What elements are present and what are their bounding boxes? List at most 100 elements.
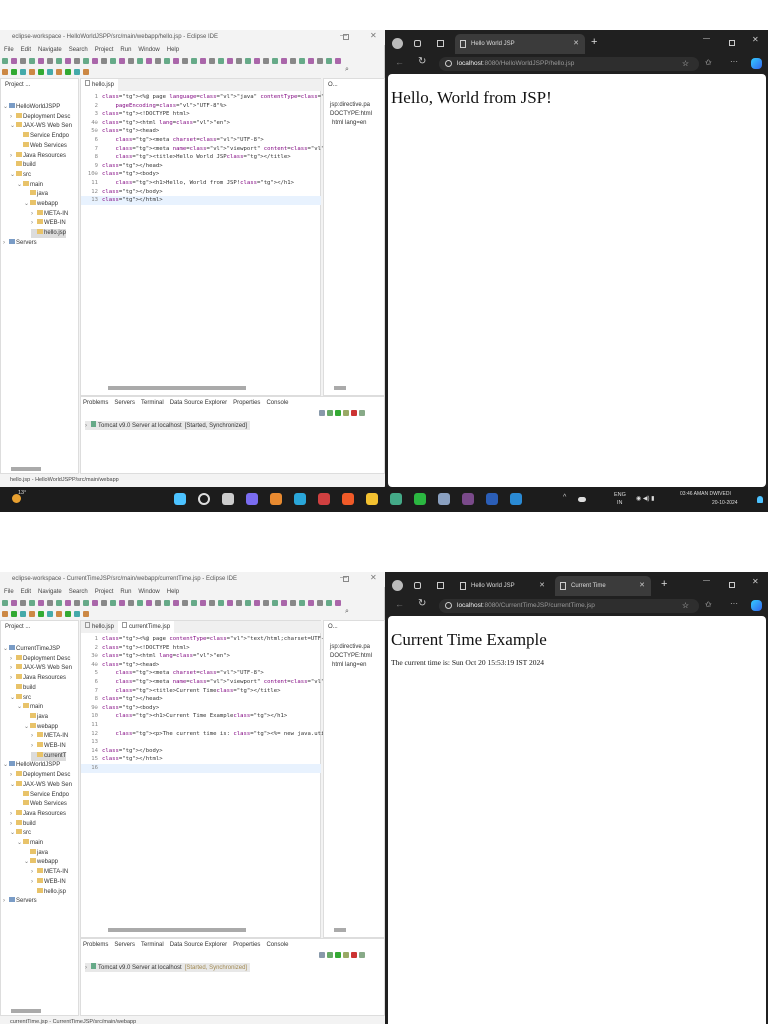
code-line[interactable]: 8 class="tg"></head> (81, 695, 321, 704)
editor-tab[interactable]: currentTime.jsp (118, 621, 175, 633)
favorite-star-icon[interactable]: ☆ (682, 599, 689, 613)
tree-item[interactable]: ⌄ HelloWorldJSPP (3, 761, 60, 770)
task-view-icon[interactable] (222, 493, 234, 505)
tree-item[interactable]: ⌄ CurrentTimeJSP (3, 645, 60, 654)
bottom-tab-problems[interactable]: Problems (81, 397, 110, 409)
chrome-icon[interactable] (390, 493, 402, 505)
tree-item[interactable]: ⌄ src (10, 693, 31, 703)
copilot-icon[interactable] (751, 600, 762, 611)
toolbar-button-icon[interactable] (335, 57, 341, 64)
bottom-tab-properties[interactable]: Properties (231, 939, 262, 951)
toolbar-button-icon[interactable] (263, 599, 269, 606)
menu-search[interactable]: Search (69, 587, 88, 597)
toolbar-button-icon[interactable] (56, 68, 62, 75)
toolbar-button-icon[interactable] (11, 610, 17, 617)
search-icon[interactable]: ⌕ (345, 66, 349, 74)
maximize-button[interactable] (343, 576, 349, 582)
new-tab-button[interactable]: + (661, 578, 667, 590)
code-line[interactable]: 7 class="tg"><meta name=class="vl">"view… (81, 145, 395, 154)
toolbar-button-icon[interactable] (209, 57, 215, 64)
refresh-icon[interactable]: ↻ (418, 598, 426, 609)
toolbar-button-icon[interactable] (20, 599, 26, 606)
toolbar-button-icon[interactable] (83, 68, 89, 75)
toolbar-button-icon[interactable] (11, 57, 17, 64)
server-action-icon[interactable] (319, 952, 325, 958)
toolbar-button-icon[interactable] (74, 599, 80, 606)
project-explorer-tab[interactable]: Project ... (1, 621, 61, 633)
toolbar-button-icon[interactable] (110, 599, 116, 606)
toolbar-button-icon[interactable] (290, 57, 296, 64)
tree-item[interactable]: ⌄ JAX-WS Web Sen (10, 780, 72, 790)
server-action-icon[interactable] (359, 410, 365, 416)
tree-item[interactable]: › Java Resources (10, 674, 66, 683)
toolbar-button-icon[interactable] (56, 610, 62, 617)
server-action-icon[interactable] (319, 410, 325, 416)
tree-item[interactable]: › build (10, 819, 36, 829)
browser-close-button[interactable]: ✕ (752, 577, 759, 586)
whatsapp-icon[interactable] (414, 493, 426, 505)
toolbar-button-icon[interactable] (299, 599, 305, 606)
code-line[interactable]: 4⊖ class="tg"><html lang=class="vl">"en"> (81, 119, 321, 128)
back-icon[interactable]: ← (395, 57, 404, 67)
tree-item[interactable]: java (24, 190, 48, 199)
vscode-icon[interactable] (510, 493, 522, 505)
more-menu-icon[interactable]: ··· (730, 57, 738, 66)
horizontal-scrollbar[interactable] (11, 1009, 41, 1013)
toolbar-button-icon[interactable] (254, 599, 260, 606)
toolbar-button-icon[interactable] (272, 599, 278, 606)
menu-navigate[interactable]: Navigate (38, 587, 62, 597)
tree-item[interactable]: › WEB-IN (31, 877, 66, 887)
toolbar-button-icon[interactable] (146, 57, 152, 64)
server-action-icon[interactable] (343, 952, 349, 958)
bottom-tab-terminal[interactable]: Terminal (139, 939, 166, 951)
browser-tab[interactable]: Hello World JSP ✕ (455, 576, 551, 596)
search-icon[interactable] (198, 493, 210, 505)
browser-tab[interactable]: Hello World JSP ✕ (455, 34, 585, 54)
toolbar-button-icon[interactable] (74, 610, 80, 617)
bottom-tab-problems[interactable]: Problems (81, 939, 110, 951)
address-bar[interactable]: localhost:8080/CurrentTimeJSP/currentTim… (439, 599, 699, 613)
toolbar-button-icon[interactable] (2, 57, 8, 64)
tree-item[interactable]: ⌄ src (10, 170, 31, 180)
workspaces-icon[interactable] (414, 40, 421, 47)
tree-item[interactable]: › Deployment Desc (10, 771, 70, 780)
toolbar-button-icon[interactable] (74, 68, 80, 75)
toolbar-button-icon[interactable] (164, 57, 170, 64)
code-line[interactable]: 11 (81, 721, 321, 730)
server-action-icon[interactable] (351, 952, 357, 958)
toolbar-button-icon[interactable] (65, 610, 71, 617)
tree-item[interactable]: ⌄ src (10, 829, 31, 838)
menu-edit[interactable]: Edit (21, 587, 31, 597)
toolbar-button-icon[interactable] (254, 57, 260, 64)
more-menu-icon[interactable]: ··· (730, 599, 738, 608)
toolbar-button-icon[interactable] (11, 68, 17, 75)
toolbar-button-icon[interactable] (2, 599, 8, 606)
tree-item[interactable]: › META-IN (31, 209, 68, 219)
outline-item[interactable]: DOCTYPE:html (330, 652, 372, 661)
toolbar-button-icon[interactable] (38, 610, 44, 617)
tree-item[interactable]: currentT (31, 751, 67, 761)
show-hidden-icons[interactable]: ^ (563, 494, 566, 501)
maximize-button[interactable] (343, 34, 349, 40)
tree-item[interactable]: ⌄ HelloWorldJSPP (3, 103, 60, 112)
toolbar-button-icon[interactable] (299, 57, 305, 64)
toolbar-button-icon[interactable] (263, 57, 269, 64)
notification-bell-icon[interactable] (757, 496, 763, 503)
code-line[interactable]: 3 class="tg"><!DOCTYPE html> (81, 110, 321, 119)
browser-minimize-button[interactable]: — (703, 577, 710, 584)
toolbar-button-icon[interactable] (128, 599, 134, 606)
code-line[interactable]: 9⊖ class="tg"><body> (81, 704, 321, 713)
tree-item[interactable]: java (24, 712, 48, 722)
menu-project[interactable]: Project (95, 45, 114, 55)
code-line[interactable]: 6 class="tg"><meta charset=class="vl">"U… (81, 136, 321, 145)
toolbar-button-icon[interactable] (155, 57, 161, 64)
outline-item[interactable]: jsp:directive.pa (330, 101, 370, 110)
toolbar-button-icon[interactable] (38, 599, 44, 606)
toolbar-button-icon[interactable] (65, 57, 71, 64)
toolbar-button-icon[interactable] (74, 57, 80, 64)
outline-tab[interactable]: O... (324, 621, 384, 633)
toolbar-button-icon[interactable] (200, 599, 206, 606)
workspaces-icon[interactable] (414, 582, 421, 589)
bottom-tab-console[interactable]: Console (264, 939, 290, 951)
tab-close-icon[interactable]: ✕ (639, 576, 645, 596)
